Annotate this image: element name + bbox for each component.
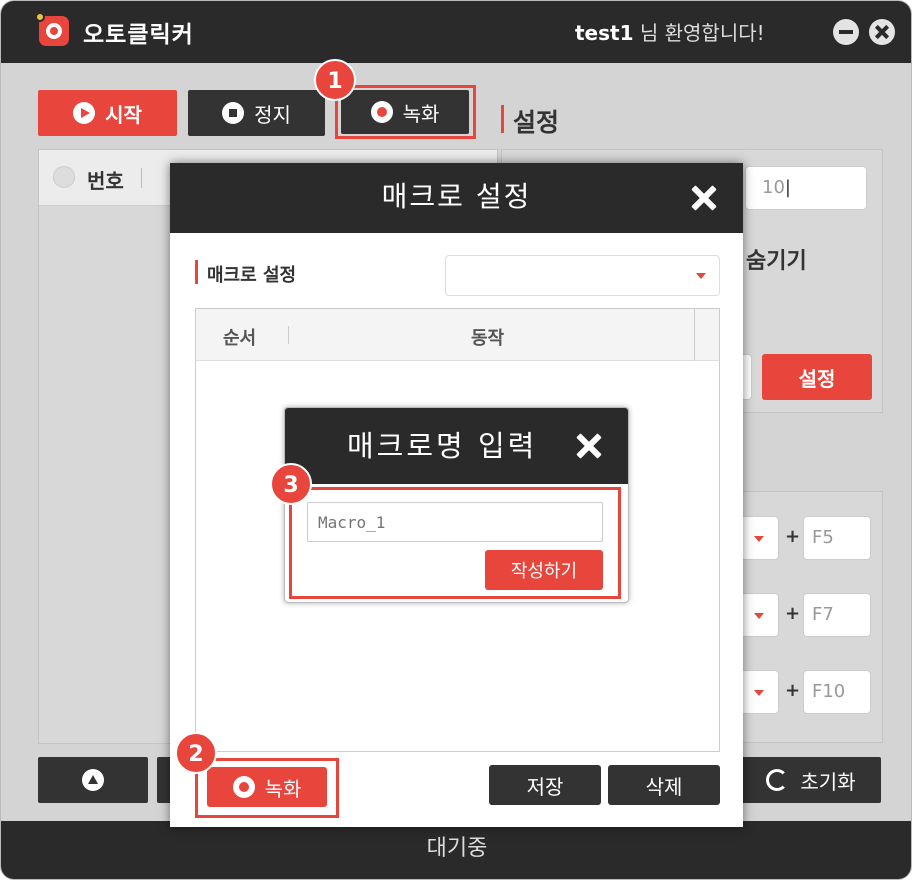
move-up-button[interactable]: [38, 757, 148, 803]
dialog-title: 매크로 설정: [381, 180, 532, 213]
interval-value: 10: [762, 177, 785, 198]
name-dialog-title: 매크로명 입력: [347, 429, 538, 463]
interval-input[interactable]: 10|: [745, 166, 867, 210]
plus-sign: +: [785, 680, 801, 701]
dialog-header: 매크로 설정: [170, 163, 743, 233]
settings-title: 설정: [513, 108, 560, 137]
select-all-radio[interactable]: [53, 166, 75, 188]
apply-settings-button[interactable]: 설정: [762, 354, 872, 400]
column-divider: [288, 326, 289, 344]
scrollbar-header: [694, 309, 719, 361]
reset-label: 초기화: [800, 769, 856, 794]
start-label: 시작: [105, 102, 142, 127]
name-dialog-header: 매크로명 입력: [285, 408, 628, 484]
welcome-message: test1 님 환영합니다!: [575, 17, 765, 46]
text-cursor: |: [784, 177, 791, 198]
play-icon: [73, 102, 96, 124]
status-text: 대기중: [426, 836, 488, 861]
hotkey-key-1[interactable]: F5: [803, 516, 871, 560]
welcome-text: 님 환영합니다!: [633, 21, 765, 45]
close-window-icon[interactable]: [869, 19, 895, 45]
stop-label: 정지: [254, 102, 291, 127]
macro-select-dropdown[interactable]: [445, 255, 720, 296]
hotkey-key-2[interactable]: F7: [803, 593, 871, 637]
title-bar: 오토클릭커 test1 님 환영합니다!: [1, 1, 911, 63]
callout-highlight-modal-record: [195, 758, 339, 818]
hotkey-key-3[interactable]: F10: [803, 670, 871, 714]
delete-button[interactable]: 삭제: [608, 765, 720, 805]
start-button[interactable]: 시작: [38, 90, 177, 136]
plus-sign: +: [785, 526, 801, 547]
close-icon[interactable]: [574, 431, 602, 459]
app-title: 오토클릭커: [83, 22, 194, 48]
stop-icon: [222, 102, 245, 124]
callout-highlight-record: [335, 85, 476, 139]
minimize-icon[interactable]: [833, 19, 859, 45]
stop-button[interactable]: 정지: [188, 90, 325, 136]
section-accent-bar: [195, 260, 198, 284]
dropdown-arrow-icon: [754, 690, 764, 696]
action-column-header: 동작: [471, 328, 505, 349]
reset-button[interactable]: 초기화: [741, 757, 881, 803]
plus-sign: +: [785, 603, 801, 624]
app-logo-icon: [35, 12, 69, 46]
macro-section-label: 매크로 설정: [207, 265, 297, 286]
close-icon[interactable]: [689, 183, 719, 213]
arrow-up-icon: [82, 769, 104, 791]
dropdown-arrow-icon: [754, 536, 764, 542]
status-bar: 대기중: [1, 821, 911, 879]
hide-label: 숨기기: [746, 249, 807, 274]
order-column-header: 순서: [223, 328, 257, 349]
dropdown-arrow-icon: [696, 273, 706, 279]
settings-accent-bar: [501, 105, 504, 133]
table-header: 순서 동작: [196, 309, 694, 361]
callout-badge-2: 2: [175, 732, 217, 774]
refresh-icon: [766, 769, 789, 791]
app-window: 오토클릭커 test1 님 환영합니다! 시작 정지 녹화 번호 설정 10| …: [0, 0, 912, 880]
number-header: 번호: [87, 169, 124, 193]
dropdown-arrow-icon: [754, 613, 764, 619]
callout-highlight-name-input: [289, 487, 621, 599]
callout-badge-1: 1: [314, 59, 356, 101]
save-button[interactable]: 저장: [489, 765, 601, 805]
header-divider: [141, 168, 142, 188]
callout-badge-3: 3: [270, 463, 312, 505]
username: test1: [575, 21, 634, 45]
